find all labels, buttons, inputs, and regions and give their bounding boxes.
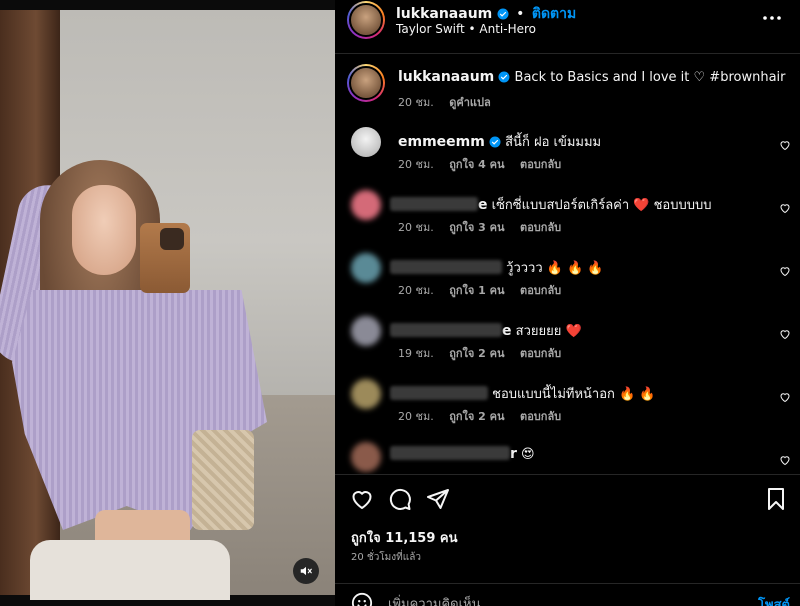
comment-time: 20 ชม. [398, 410, 434, 423]
comment-meta: 20 ชม. ถูกใจ 1 คน ตอบกลับ [398, 281, 573, 299]
post-time[interactable]: 20 ชั่วโมงที่แล้ว [351, 550, 421, 565]
comment-time: 20 ชม. [398, 221, 434, 234]
post-photo [0, 10, 335, 600]
caption-meta: 20 ชม. ดูคำแปล [398, 93, 503, 111]
photo-phone-camera [160, 228, 184, 250]
comment-like-heart-icon[interactable] [779, 454, 791, 466]
post-actions: ถูกใจ 11,159 คน 20 ชั่วโมงที่แล้ว โพสต์ [335, 474, 800, 606]
photo-bag [192, 430, 254, 530]
comment-line: r 😍 [390, 446, 535, 462]
comment-text: 😍 [521, 447, 535, 462]
comment-time: 19 ชม. [398, 347, 434, 360]
comment-text: ชอบแบบนี้ไม่ทีหน้าอก 🔥 🔥 [492, 387, 656, 402]
comment-username-tail[interactable]: e [502, 323, 512, 339]
bookmark-icon[interactable] [764, 487, 788, 511]
comment-like-heart-icon[interactable] [779, 328, 791, 340]
follow-button[interactable]: ติดตาม [532, 6, 576, 22]
comment-meta: 20 ชม. ถูกใจ 2 คน ตอบกลับ [398, 407, 573, 425]
translate-link[interactable]: ดูคำแปล [449, 96, 491, 109]
author-avatar[interactable] [347, 1, 385, 39]
post-media[interactable] [0, 0, 335, 606]
comment-line: e สวยยยย ❤️ [390, 320, 582, 341]
comment-meta: 20 ชม. ถูกใจ 3 คน ตอบกลับ [398, 218, 573, 236]
commenter-avatar[interactable] [351, 253, 381, 283]
comment-username-tail[interactable]: r [510, 446, 517, 462]
comment-icon[interactable] [388, 487, 412, 511]
comment-meta: 20 ชม. ถูกใจ 4 คน ตอบกลับ [398, 155, 573, 173]
author-username[interactable]: lukkanaaum [396, 6, 492, 22]
blurred-username [390, 197, 478, 211]
verified-badge-icon [497, 8, 509, 20]
commenter-avatar[interactable] [351, 316, 381, 346]
comment-username[interactable]: emmeemm [398, 134, 485, 150]
comments-list[interactable]: lukkanaaum Back to Basics and I love it … [335, 54, 800, 474]
caption-avatar[interactable] [347, 64, 385, 102]
comment-username-tail[interactable]: e [478, 197, 488, 213]
comment-like-heart-icon[interactable] [779, 265, 791, 277]
comment-likes[interactable]: ถูกใจ 3 คน [449, 221, 504, 234]
more-dots-icon [763, 16, 781, 20]
share-icon[interactable] [426, 487, 450, 511]
comment-text: สีนี้ก็ ฝอ เข้มมมม [505, 135, 602, 150]
add-comment-input[interactable] [388, 594, 718, 606]
heart-icon[interactable] [350, 487, 374, 511]
comment-time: 20 ชม. [398, 284, 434, 297]
emoji-icon[interactable] [351, 592, 373, 606]
post-header: lukkanaaum • ติดตาม Taylor Swift • Anti-… [335, 0, 800, 54]
reply-button[interactable]: ตอบกลับ [520, 410, 561, 423]
audio-label[interactable]: Taylor Swift • Anti-Hero [396, 22, 536, 36]
caption-text: Back to Basics and I love it ♡ #brownhai… [514, 70, 786, 85]
commenter-avatar[interactable] [351, 442, 381, 472]
comment-likes[interactable]: ถูกใจ 4 คน [449, 158, 504, 171]
speaker-muted-icon [300, 566, 312, 576]
comment-likes[interactable]: ถูกใจ 2 คน [449, 410, 504, 423]
comment-text: วู้วววว 🔥 🔥 🔥 [506, 261, 604, 276]
comment-meta: 19 ชม. ถูกใจ 2 คน ตอบกลับ [398, 344, 573, 362]
add-comment-bar: โพสต์ [335, 583, 800, 606]
reply-button[interactable]: ตอบกลับ [520, 284, 561, 297]
blurred-username [390, 386, 488, 400]
mute-button[interactable] [293, 558, 319, 584]
photo-face [72, 185, 136, 275]
comment-line: e เซ็กซี่แบบสปอร์ตเกิร์ลค่า ❤️ ชอบบบบบ [390, 194, 712, 215]
comment-like-heart-icon[interactable] [779, 202, 791, 214]
commenter-avatar[interactable] [351, 127, 381, 157]
commenter-avatar[interactable] [351, 379, 381, 409]
comment-likes[interactable]: ถูกใจ 2 คน [449, 347, 504, 360]
caption-username[interactable]: lukkanaaum [398, 69, 494, 85]
verified-badge-icon [498, 71, 510, 83]
comment-like-heart-icon[interactable] [779, 391, 791, 403]
comment-text: สวยยยย ❤️ [515, 324, 582, 339]
reply-button[interactable]: ตอบกลับ [520, 221, 561, 234]
comment-like-heart-icon[interactable] [779, 139, 791, 151]
comment-line: ชอบแบบนี้ไม่ทีหน้าอก 🔥 🔥 [390, 383, 656, 404]
comment-likes[interactable]: ถูกใจ 1 คน [449, 284, 504, 297]
blurred-username [390, 260, 502, 274]
verified-badge-icon [489, 136, 501, 148]
photo-pants [30, 540, 230, 600]
caption-line: lukkanaaum Back to Basics and I love it … [398, 69, 786, 85]
caption-time: 20 ชม. [398, 96, 434, 109]
comment-time: 20 ชม. [398, 158, 434, 171]
comment-line: emmeemm สีนี้ก็ ฝอ เข้มมมม [398, 131, 601, 152]
post-comment-button[interactable]: โพสต์ [758, 594, 790, 606]
more-options-button[interactable] [762, 8, 782, 28]
blurred-username [390, 323, 502, 337]
comment-line: วู้วววว 🔥 🔥 🔥 [390, 257, 604, 278]
reply-button[interactable]: ตอบกลับ [520, 158, 561, 171]
commenter-avatar[interactable] [351, 190, 381, 220]
likes-count[interactable]: ถูกใจ 11,159 คน [351, 527, 458, 548]
header-separator: • [516, 6, 525, 22]
blurred-username [390, 446, 510, 460]
reply-button[interactable]: ตอบกลับ [520, 347, 561, 360]
comment-text: เซ็กซี่แบบสปอร์ตเกิร์ลค่า ❤️ ชอบบบบบ [491, 198, 712, 213]
post-panel: lukkanaaum • ติดตาม Taylor Swift • Anti-… [335, 0, 800, 606]
